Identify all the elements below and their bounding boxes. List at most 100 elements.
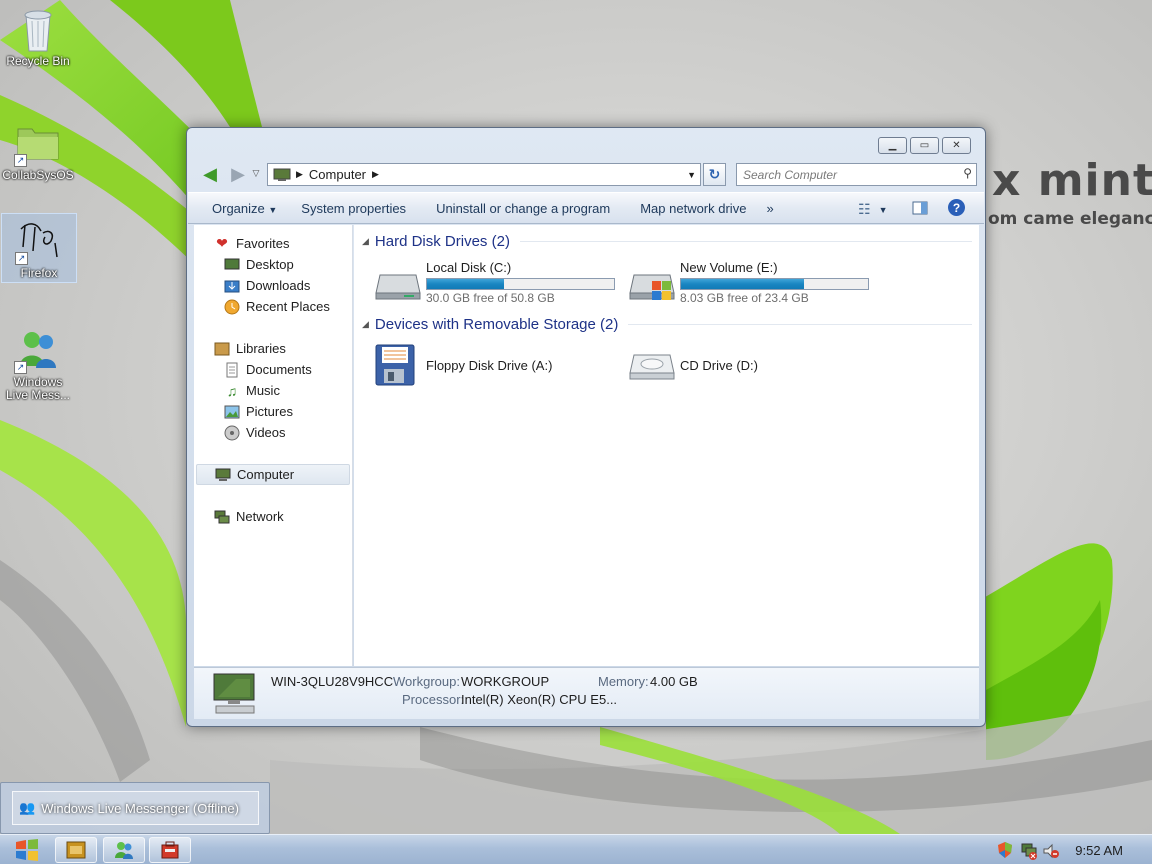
music-icon: ♫ — [226, 382, 238, 399]
system-tray — [982, 835, 1152, 864]
desktop-icon-windows-live-messenger[interactable]: ↗ Windows Live Mess... — [0, 323, 76, 402]
arrow-right-icon: ▶ — [231, 163, 245, 185]
drive-usage-fill — [681, 279, 805, 289]
nav-music[interactable]: ♫ Music — [224, 380, 280, 401]
group-header-label: Hard Disk Drives (2) — [374, 232, 510, 250]
explorer-icon — [66, 841, 86, 859]
uninstall-program-button[interactable]: Uninstall or change a program — [418, 201, 622, 216]
organize-label: Organize — [212, 200, 265, 216]
desktop-icon-firefox[interactable]: ↗ Firefox — [1, 213, 77, 283]
address-row: ◀ ▶ ▽ ▶ Computer ▶ ▼ ↻ Search Computer ⚲ — [195, 161, 977, 187]
refresh-icon: ↻ — [708, 166, 721, 183]
view-options-icon[interactable]: ☷ — [858, 201, 871, 218]
desktop-icon-recycle-bin[interactable]: Recycle Bin — [0, 2, 76, 68]
nav-computer[interactable]: Computer — [196, 464, 350, 485]
thumbnail-item-messenger[interactable]: 👥 Windows Live Messenger (Offline) — [12, 791, 259, 825]
memory-value: 4.00 GB — [650, 674, 698, 689]
nav-recent-places[interactable]: Recent Places — [224, 296, 330, 317]
floppy-disk-icon — [374, 343, 422, 391]
folder-icon: ↗ — [14, 119, 62, 167]
workgroup-label: Workgroup: — [393, 674, 460, 689]
window-caption-buttons: ▁ ▭ ✕ — [878, 137, 971, 154]
refresh-button[interactable]: ↻ — [703, 163, 726, 186]
desktop-icon — [224, 257, 240, 273]
taskbar-thumbnail-popup: 👥 Windows Live Messenger (Offline) — [0, 782, 270, 834]
help-button[interactable]: ? — [948, 199, 965, 216]
chevron-down-icon: ▼ — [268, 204, 278, 215]
desktop-icon-label: Recycle Bin — [6, 54, 70, 68]
drive-cd-d[interactable]: CD Drive (D:) — [628, 343, 878, 389]
nav-favorites[interactable]: ❤ Favorites — [214, 233, 289, 254]
maximize-button[interactable]: ▭ — [910, 137, 939, 154]
volume-muted-icon[interactable] — [1042, 842, 1060, 863]
taskbar-explorer-button[interactable] — [55, 837, 97, 863]
drive-usage-fill — [427, 279, 504, 289]
firefox-icon: ↗ — [15, 217, 63, 265]
network-disconnected-icon[interactable] — [1020, 842, 1038, 863]
address-dropdown-icon[interactable]: ▼ — [687, 170, 696, 180]
breadcrumb-arrow-icon[interactable]: ▶ — [372, 169, 379, 180]
system-properties-button[interactable]: System properties — [289, 201, 418, 216]
desktop-icon-label: CollabSysOS — [2, 168, 74, 182]
minimize-icon: ▁ — [888, 140, 897, 151]
shortcut-arrow-icon: ↗ — [14, 361, 27, 374]
chevron-down-icon[interactable]: ▼ — [879, 205, 888, 215]
nav-documents[interactable]: Documents — [224, 359, 312, 380]
recent-places-icon — [224, 299, 240, 315]
content-pane: ◢ Hard Disk Drives (2) Local Disk (C:) 3… — [354, 225, 979, 666]
hard-disk-windows-icon — [628, 259, 676, 307]
breadcrumb-computer[interactable]: Computer — [309, 167, 366, 182]
organize-button[interactable]: Organize ▼ — [188, 201, 289, 216]
nav-label: Libraries — [236, 341, 286, 356]
recent-pages-button[interactable]: ▽ — [249, 164, 263, 184]
nav-pictures[interactable]: Pictures — [224, 401, 293, 422]
nav-label: Network — [236, 509, 284, 524]
address-bar[interactable]: ▶ Computer ▶ ▼ — [267, 163, 701, 186]
nav-label: Favorites — [236, 236, 290, 251]
computer-icon — [271, 167, 293, 183]
group-header-removable-storage[interactable]: ◢ Devices with Removable Storage (2) — [362, 314, 972, 334]
search-icon[interactable]: ⚲ — [963, 166, 972, 180]
navigation-pane: ❤ Favorites Desktop Downloads Recent Pla… — [194, 225, 353, 666]
group-divider — [628, 323, 972, 325]
group-header-label: Devices with Removable Storage (2) — [374, 315, 619, 333]
cd-drive-icon — [628, 343, 676, 391]
drive-usage-bar — [680, 278, 869, 290]
nav-label: Pictures — [246, 404, 293, 419]
chevron-down-icon: ▽ — [252, 169, 260, 179]
more-commands-button[interactable]: » — [758, 201, 785, 216]
taskbar-app-button[interactable] — [149, 837, 191, 863]
nav-downloads[interactable]: Downloads — [224, 275, 310, 296]
hard-disk-icon — [374, 259, 422, 307]
details-pane: WIN-3QLU28V9HCC Workgroup: WORKGROUP Mem… — [194, 667, 979, 719]
nav-label: Recent Places — [246, 299, 330, 314]
nav-network[interactable]: Network — [214, 506, 284, 527]
nav-desktop[interactable]: Desktop — [224, 254, 294, 275]
drive-floppy-a[interactable]: Floppy Disk Drive (A:) — [374, 343, 624, 389]
search-input[interactable]: Search Computer ⚲ — [736, 163, 977, 186]
taskbar-messenger-button[interactable] — [103, 837, 145, 863]
map-network-drive-button[interactable]: Map network drive — [622, 201, 758, 216]
wallpaper-brand-tagline: om came elegance — [988, 209, 1152, 229]
desktop-icon-label: Firefox — [20, 266, 58, 280]
desktop-icon-collabsysos[interactable]: ↗ CollabSysOS — [0, 116, 76, 182]
preview-pane-button[interactable] — [912, 200, 928, 219]
drive-name: Floppy Disk Drive (A:) — [426, 358, 553, 373]
close-button[interactable]: ✕ — [942, 137, 971, 154]
nav-videos[interactable]: Videos — [224, 422, 286, 443]
wallpaper-brand-text: x mint — [992, 155, 1152, 206]
taskbar-clock[interactable]: 9:52 AM — [1075, 843, 1123, 858]
collapse-arrow-icon: ◢ — [362, 318, 369, 329]
drive-new-volume-e[interactable]: New Volume (E:) 8.03 GB free of 23.4 GB — [628, 259, 878, 305]
nav-libraries[interactable]: Libraries — [214, 338, 286, 359]
action-center-icon[interactable] — [996, 841, 1014, 862]
forward-button[interactable]: ▶ — [227, 163, 249, 185]
start-button[interactable] — [10, 837, 44, 863]
taskbar: 9:52 AM — [0, 834, 1152, 864]
group-header-hard-disk-drives[interactable]: ◢ Hard Disk Drives (2) — [362, 231, 972, 251]
minimize-button[interactable]: ▁ — [878, 137, 907, 154]
drive-local-disk-c[interactable]: Local Disk (C:) 30.0 GB free of 50.8 GB — [374, 259, 624, 305]
maximize-icon: ▭ — [919, 140, 930, 151]
back-button[interactable]: ◀ — [199, 164, 221, 185]
processor-label: Processor: — [402, 692, 465, 707]
